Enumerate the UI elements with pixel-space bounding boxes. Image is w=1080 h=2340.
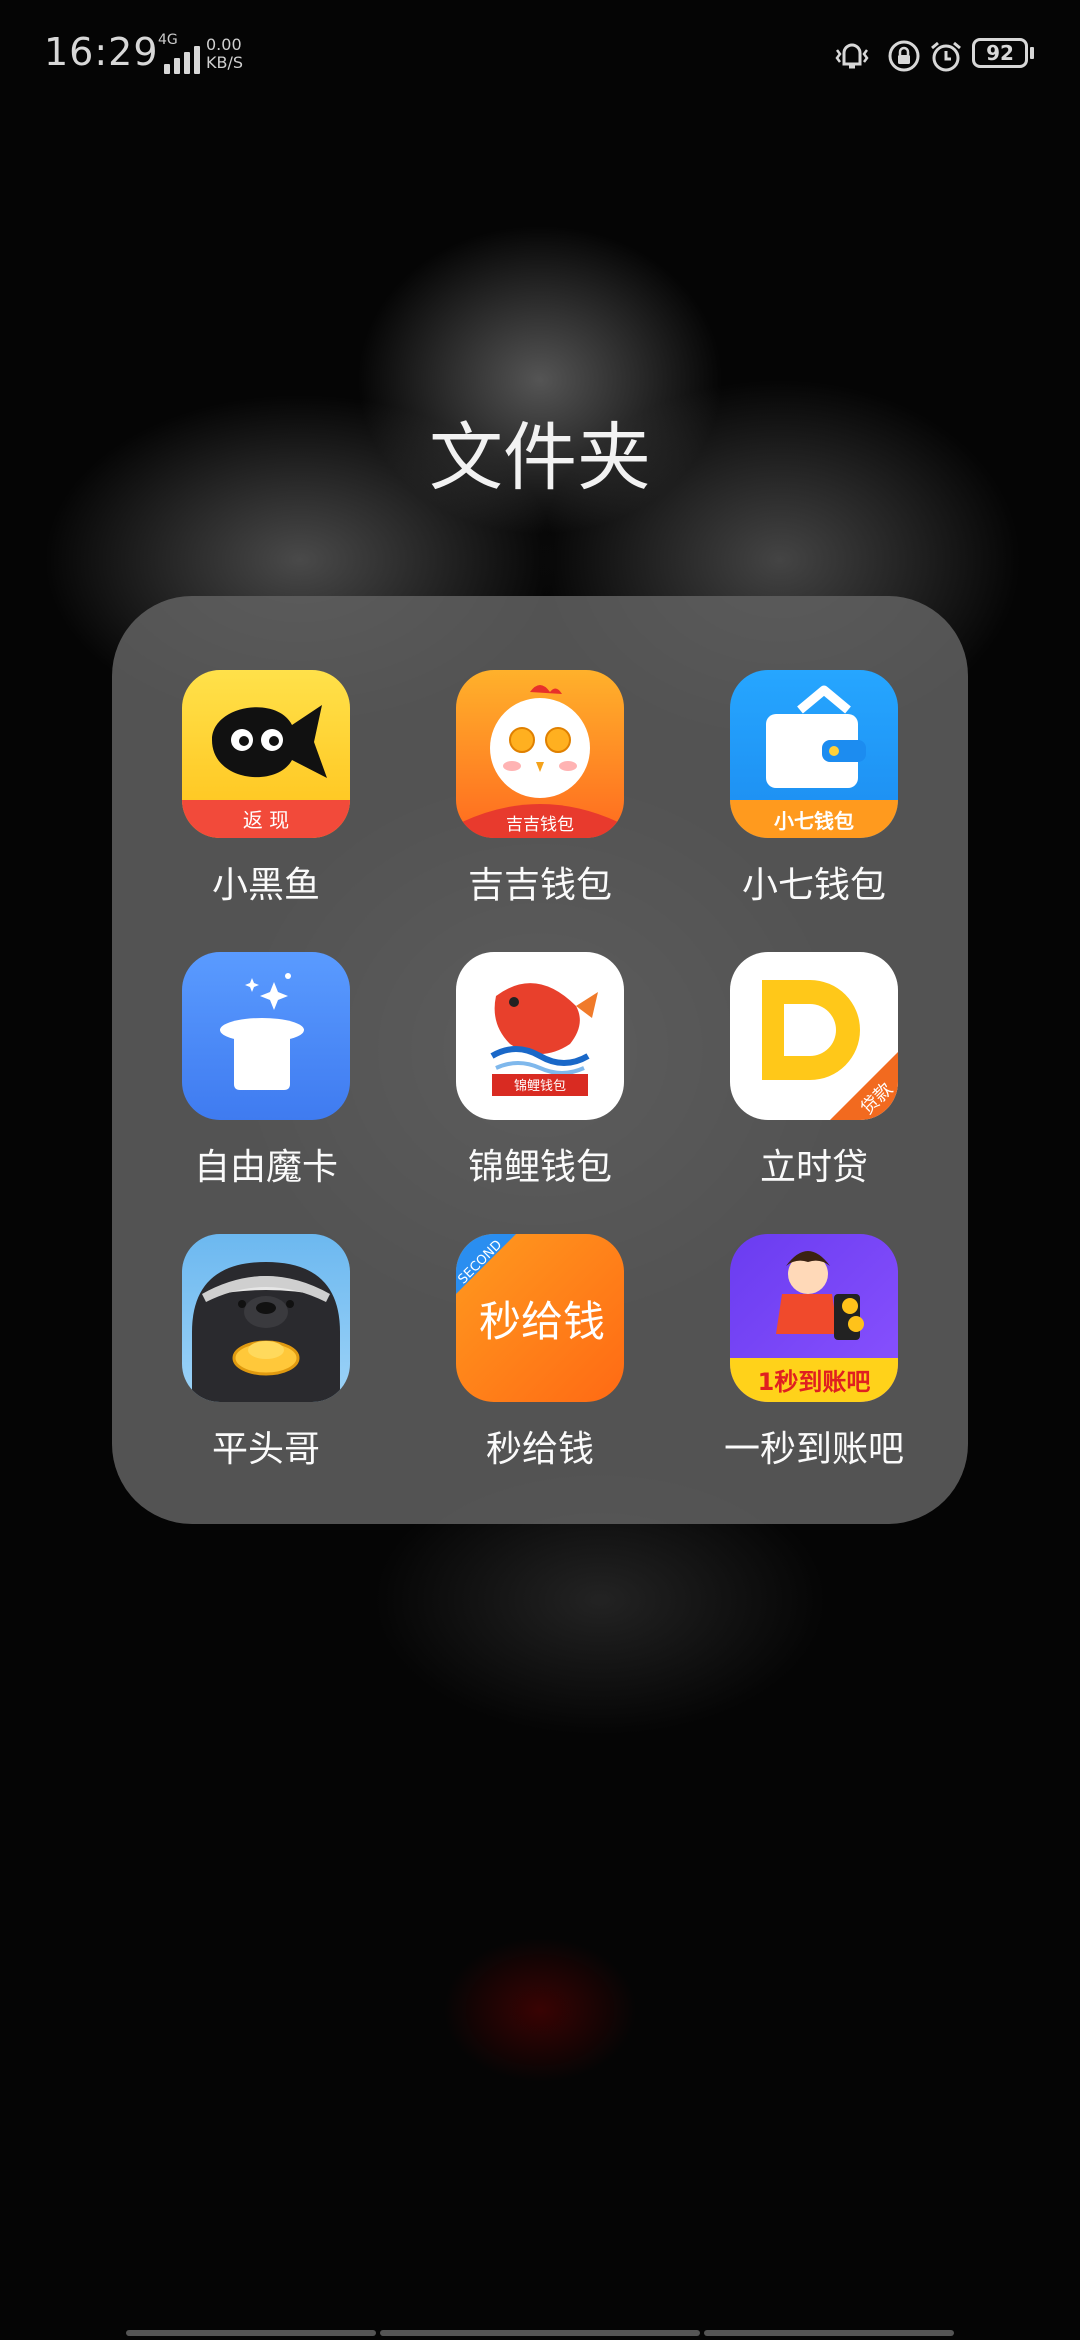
app-jinli-wallet[interactable]: 锦鲤钱包 锦鲤钱包 [420,952,660,1190]
yimiao-daozhang-icon: 1秒到账吧 [730,1234,898,1402]
app-label: 小黑鱼 [211,865,320,906]
dock-edge [380,2330,700,2336]
status-time: 16:29 [44,30,159,74]
rotation-lock-icon [888,40,920,72]
app-lishidai[interactable]: 贷款 立时贷 [694,952,934,1190]
app-yimiao-daozhang[interactable]: 1秒到账吧 一秒到账吧 [694,1234,934,1472]
lishidai-icon: 贷款 [730,952,898,1120]
app-jiji-wallet[interactable]: 吉吉钱包 吉吉钱包 [420,670,660,908]
app-label: 锦鲤钱包 [467,1147,612,1188]
jinli-badge: 锦鲤钱包 [514,1079,566,1094]
jiji-wallet-icon: 吉吉钱包 [456,670,624,838]
app-ziyou-moka[interactable]: 自由魔卡 [146,952,386,1190]
miaogeiqian-art: 秒给钱 [479,1297,605,1346]
network-speed: 0.00 KB/S [206,36,243,72]
ziyou-moka-icon [182,952,350,1120]
jinli-wallet-icon: 锦鲤钱包 [456,952,624,1120]
dock-edge [704,2330,954,2336]
app-label: 一秒到账吧 [723,1429,904,1470]
jiji-badge: 吉吉钱包 [506,815,574,835]
app-xiaoqi-wallet[interactable]: 小七钱包 小七钱包 [694,670,934,908]
app-label: 平头哥 [211,1429,320,1470]
folder-title[interactable]: 文件夹 [0,398,1080,505]
app-label: 立时贷 [759,1147,868,1188]
app-label: 秒给钱 [485,1429,594,1470]
xiaoheiyu-icon: 返 现 [182,670,350,838]
miaogeiqian-icon: SECOND 秒给钱 [456,1234,624,1402]
battery-tip [1030,47,1034,59]
network-speed-value: 0.00 [206,35,242,54]
xiaoheiyu-badge: 返 现 [243,808,289,832]
folder-panel: 返 现 小黑鱼 吉吉钱包 吉吉钱包 小七钱包 小七钱包 自由魔卡 锦鲤钱包 锦鲤… [112,596,968,1524]
dock-edge [126,2330,376,2336]
app-xiaoheiyu[interactable]: 返 现 小黑鱼 [146,670,386,908]
xiaoqi-wallet-icon: 小七钱包 [730,670,898,838]
xiaoqi-badge: 小七钱包 [774,809,854,833]
vibrate-icon [835,43,869,69]
pingtouge-icon [182,1234,350,1402]
yimiao-badge: 1秒到账吧 [758,1368,871,1396]
battery-icon: 92 [972,38,1028,68]
status-bar: 16:29 4G 0.00 KB/S 92 [0,0,1080,110]
app-pingtouge[interactable]: 平头哥 [146,1234,386,1472]
network-speed-unit: KB/S [206,53,244,72]
app-label: 小七钱包 [741,865,886,906]
signal-icon: 4G [158,32,200,74]
app-miaogeiqian[interactable]: SECOND 秒给钱 秒给钱 [420,1234,660,1472]
app-label: 吉吉钱包 [467,865,612,906]
alarm-icon [931,41,961,72]
app-label: 自由魔卡 [193,1147,338,1188]
battery-level: 92 [986,41,1014,65]
